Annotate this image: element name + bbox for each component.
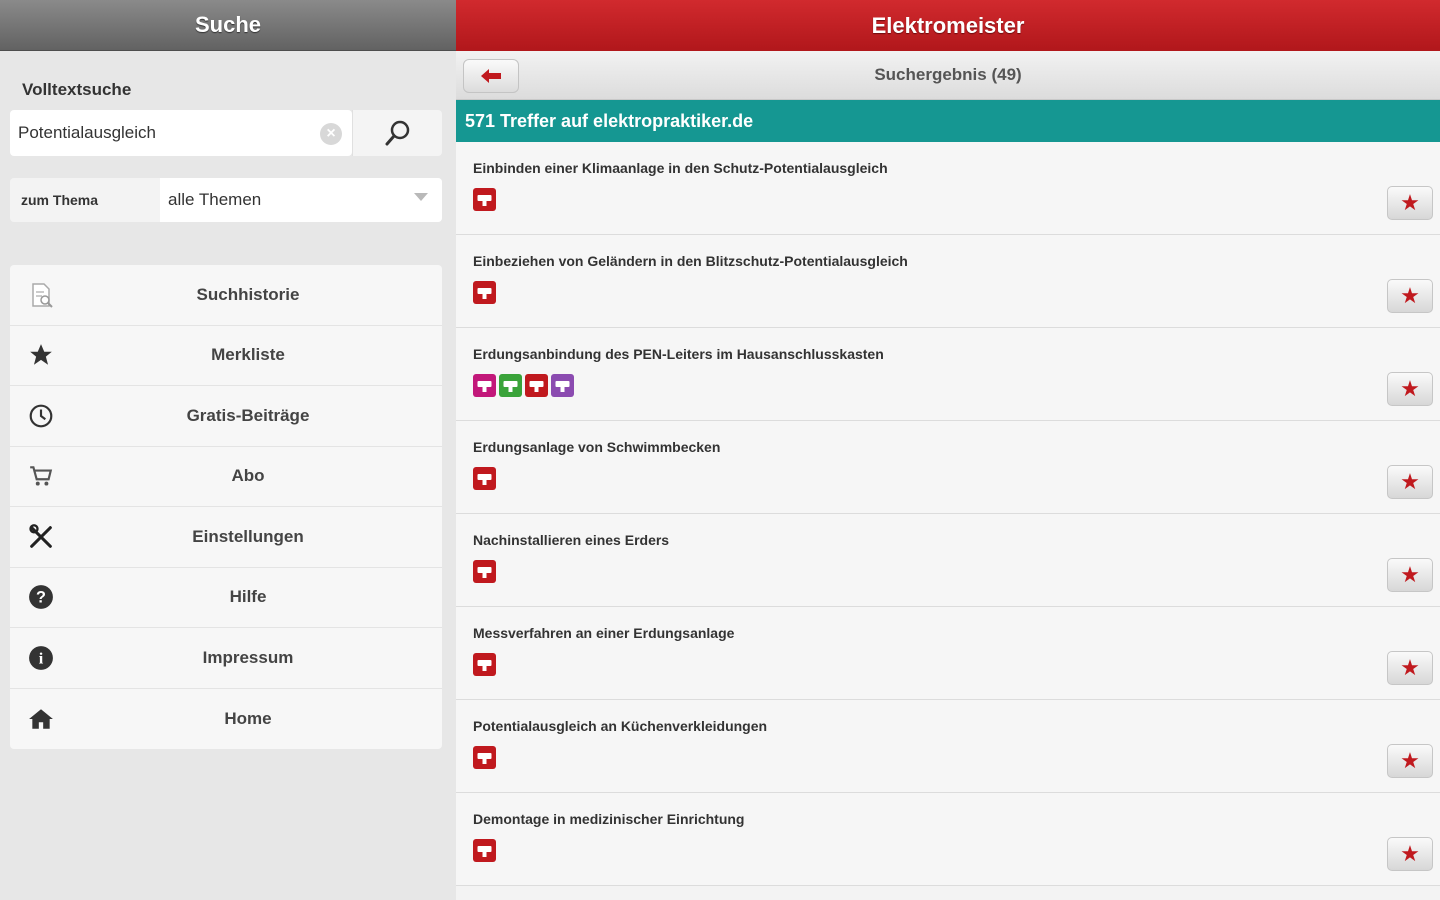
topic-select-value: alle Themen bbox=[168, 190, 262, 209]
result-title: Erdungsanbindung des PEN-Leiters im Haus… bbox=[473, 346, 884, 362]
result-item[interactable]: Demontage in medizinischer Einrichtung ★ bbox=[456, 793, 1440, 886]
fulltext-search-label: Volltextsuche bbox=[22, 80, 132, 99]
cart-icon bbox=[26, 461, 56, 491]
menu-item-einstellungen[interactable]: Einstellungen bbox=[10, 507, 442, 568]
search-panel: Suche Volltextsuche × zum Thema alle The… bbox=[0, 0, 456, 900]
menu-item-impressum[interactable]: i Impressum bbox=[10, 628, 442, 689]
result-item[interactable]: Messverfahren an einer Erdungsanlage ★ bbox=[456, 607, 1440, 700]
category-purple-icon bbox=[551, 374, 574, 397]
hits-text: 571 Treffer auf elektropraktiker.de bbox=[465, 110, 754, 131]
menu-item-gratis-beitraege[interactable]: Gratis-Beiträge bbox=[10, 386, 442, 447]
search-icon bbox=[385, 120, 409, 146]
result-item[interactable]: Potentialausgleich an Küchenverkleidunge… bbox=[456, 700, 1440, 793]
bookmark-star-button[interactable]: ★ bbox=[1387, 651, 1433, 685]
tools-icon bbox=[26, 522, 56, 552]
results-panel: Elektromeister Suchergebnis (49) 571 Tre… bbox=[456, 0, 1440, 900]
result-title: Einbinden einer Klimaanlage in den Schut… bbox=[473, 160, 888, 176]
bookmark-star-button[interactable]: ★ bbox=[1387, 744, 1433, 778]
menu-item-suchhistorie[interactable]: Suchhistorie bbox=[10, 265, 442, 326]
menu-item-abo[interactable]: Abo bbox=[10, 447, 442, 507]
results-panel-header: Elektromeister bbox=[456, 0, 1440, 51]
results-title: Suchergebnis (49) bbox=[874, 65, 1022, 84]
category-badges bbox=[473, 467, 496, 490]
menu-item-label: Home bbox=[224, 708, 272, 728]
info-icon: i bbox=[26, 643, 56, 673]
category-badges bbox=[473, 281, 496, 304]
bookmark-star-button[interactable]: ★ bbox=[1387, 279, 1433, 313]
clear-search-icon[interactable]: × bbox=[320, 123, 342, 145]
results-toolbar: Suchergebnis (49) bbox=[456, 51, 1440, 100]
bookmark-star-button[interactable]: ★ bbox=[1387, 837, 1433, 871]
bookmark-star-button[interactable]: ★ bbox=[1387, 186, 1433, 220]
category-red-icon bbox=[473, 839, 496, 862]
menu-item-label: Impressum bbox=[202, 647, 294, 667]
category-red-icon bbox=[473, 281, 496, 304]
result-item[interactable]: Nachinstallieren eines Erders ★ bbox=[456, 514, 1440, 607]
category-badges bbox=[473, 653, 496, 676]
category-badges bbox=[473, 839, 496, 862]
search-input[interactable] bbox=[18, 123, 308, 143]
category-badges bbox=[473, 374, 574, 397]
result-title: Potentialausgleich an Küchenverkleidunge… bbox=[473, 718, 768, 734]
menu-item-hilfe[interactable]: ? Hilfe bbox=[10, 568, 442, 628]
bookmark-star-button[interactable]: ★ bbox=[1387, 465, 1433, 499]
category-badges bbox=[473, 560, 496, 583]
document-search-icon bbox=[26, 280, 56, 310]
category-red-icon bbox=[473, 188, 496, 211]
menu-item-label: Einstellungen bbox=[192, 526, 304, 546]
category-badges bbox=[473, 746, 496, 769]
app-title: Elektromeister bbox=[871, 12, 1025, 38]
bookmark-star-button[interactable]: ★ bbox=[1387, 558, 1433, 592]
menu-item-home[interactable]: Home bbox=[10, 689, 442, 750]
home-icon bbox=[26, 704, 56, 734]
chevron-down-icon bbox=[414, 193, 428, 201]
search-field-container: × bbox=[10, 110, 352, 156]
clock-icon bbox=[26, 401, 56, 431]
topic-filter: zum Thema alle Themen bbox=[10, 178, 442, 222]
category-red-icon bbox=[473, 560, 496, 583]
svg-text:i: i bbox=[39, 649, 44, 667]
hits-banner[interactable]: 571 Treffer auf elektropraktiker.de bbox=[456, 100, 1440, 142]
result-title: Messverfahren an einer Erdungsanlage bbox=[473, 625, 735, 641]
category-red-icon bbox=[525, 374, 548, 397]
result-title: Einbeziehen von Geländern in den Blitzsc… bbox=[473, 253, 908, 269]
star-icon bbox=[26, 340, 56, 370]
menu-item-label: Gratis-Beiträge bbox=[186, 405, 310, 425]
menu-item-label: Abo bbox=[231, 466, 265, 486]
menu-item-label: Hilfe bbox=[229, 587, 267, 607]
back-button[interactable] bbox=[463, 59, 519, 93]
search-button[interactable] bbox=[352, 110, 442, 156]
results-list: Einbinden einer Klimaanlage in den Schut… bbox=[456, 142, 1440, 886]
menu-item-merkliste[interactable]: Merkliste bbox=[10, 326, 442, 386]
main-menu: Suchhistorie Merkliste Gratis-Beiträge A… bbox=[10, 265, 442, 749]
search-panel-title: Suche bbox=[194, 12, 262, 37]
topic-label: zum Thema bbox=[21, 192, 99, 208]
topic-select[interactable]: alle Themen bbox=[160, 178, 442, 222]
category-magenta-icon bbox=[473, 374, 496, 397]
result-title: Demontage in medizinischer Einrichtung bbox=[473, 811, 745, 827]
menu-item-label: Suchhistorie bbox=[196, 284, 300, 304]
result-item[interactable]: Erdungsanlage von Schwimmbecken ★ bbox=[456, 421, 1440, 514]
menu-item-label: Merkliste bbox=[211, 345, 285, 365]
category-red-icon bbox=[473, 746, 496, 769]
category-red-icon bbox=[473, 467, 496, 490]
result-title: Erdungsanlage von Schwimmbecken bbox=[473, 439, 721, 455]
result-item[interactable]: Erdungsanbindung des PEN-Leiters im Haus… bbox=[456, 328, 1440, 421]
category-badges bbox=[473, 188, 496, 211]
result-title: Nachinstallieren eines Erders bbox=[473, 532, 670, 548]
help-icon: ? bbox=[26, 582, 56, 612]
arrow-left-icon bbox=[481, 69, 501, 83]
category-green-icon bbox=[499, 374, 522, 397]
result-item[interactable]: Einbeziehen von Geländern in den Blitzsc… bbox=[456, 235, 1440, 328]
category-red-icon bbox=[473, 653, 496, 676]
bookmark-star-button[interactable]: ★ bbox=[1387, 372, 1433, 406]
result-item[interactable]: Einbinden einer Klimaanlage in den Schut… bbox=[456, 142, 1440, 235]
svg-text:?: ? bbox=[36, 589, 46, 607]
search-panel-header: Suche bbox=[0, 0, 456, 51]
